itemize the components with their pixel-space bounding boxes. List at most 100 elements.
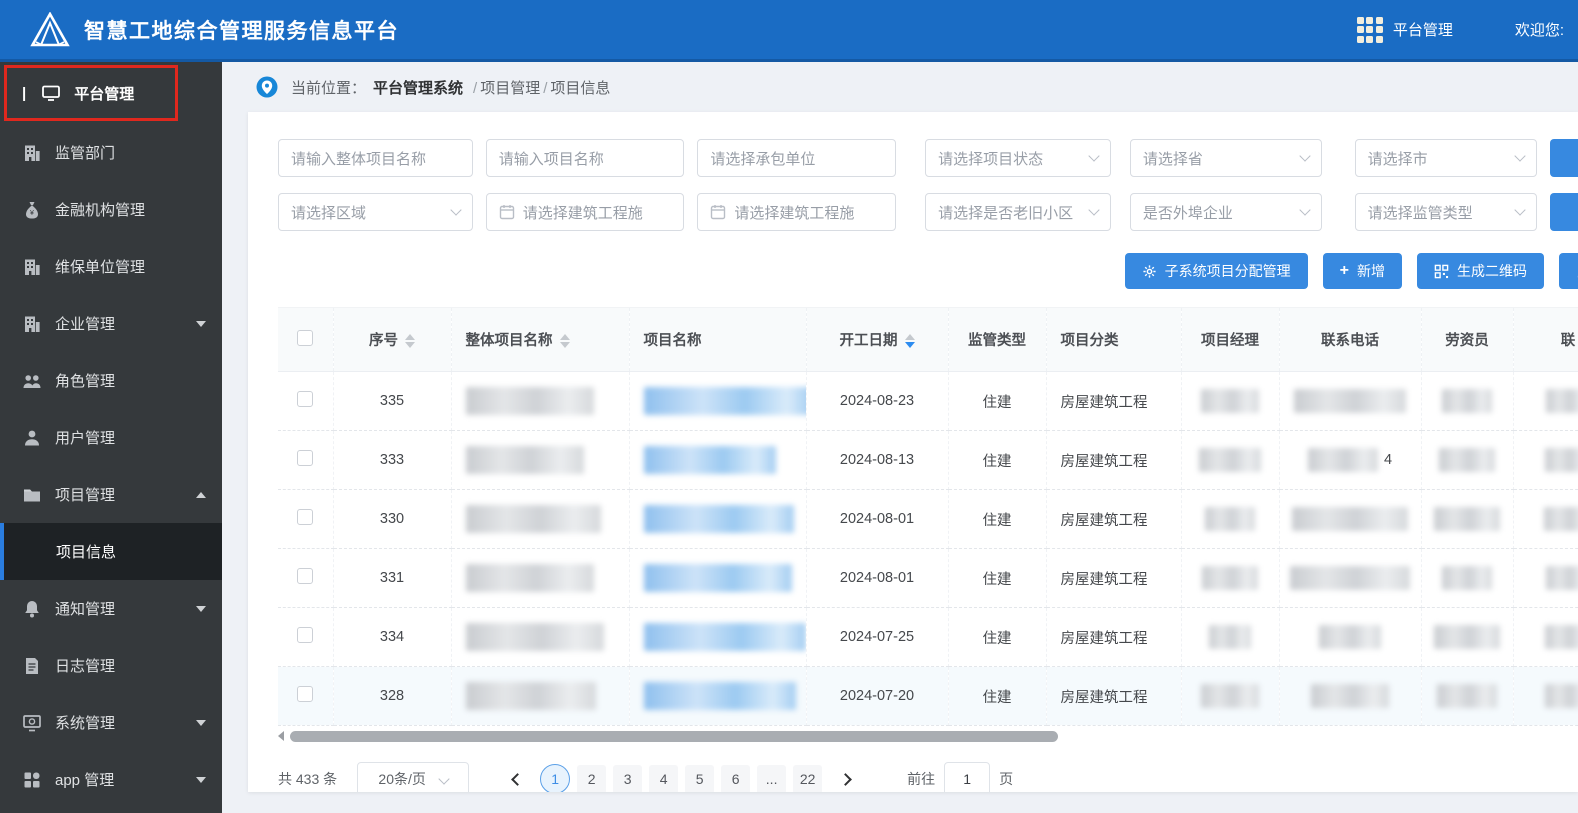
- cell-labor-redacted: [1421, 607, 1514, 667]
- column-label: 项目分类: [1060, 333, 1119, 349]
- action-button-子系统项目分配管理[interactable]: 子系统项目分配管理: [1124, 253, 1308, 289]
- cell-labor-redacted: [1421, 666, 1514, 726]
- sidebar-item-维保单位管理[interactable]: 维保单位管理: [0, 238, 222, 295]
- goto-page-input[interactable]: 1: [944, 762, 991, 792]
- sort-icons[interactable]: [405, 334, 415, 349]
- select-请选择省[interactable]: 请选择省: [1129, 139, 1322, 177]
- filter-panel: 请输入整体项目名称 请输入项目名称 请选择承包单位 请选择项目状态 请选择省 请选择市请选…: [278, 139, 1578, 231]
- sidebar-item-角色管理[interactable]: 角色管理: [0, 352, 222, 409]
- placeholder-text: 请选择监管类型: [1367, 204, 1473, 222]
- sort-asc-icon[interactable]: [904, 334, 915, 341]
- cell-supervision: 住建: [948, 548, 1047, 608]
- cell-overall-name-redacted: [451, 371, 630, 431]
- select-请选择项目状态[interactable]: 请选择项目状态: [925, 139, 1111, 177]
- more-pages-button[interactable]: ...: [757, 764, 787, 792]
- sidebar-item-用户管理[interactable]: 用户管理: [0, 409, 222, 466]
- breadcrumb-root[interactable]: 平台管理系统: [373, 77, 463, 98]
- cell-labor-redacted: [1421, 371, 1514, 431]
- sidebar-item-label: app 管理: [55, 772, 115, 789]
- select-请选择建筑工程施[interactable]: 请选择建筑工程施: [485, 193, 685, 231]
- row-checkbox[interactable]: [297, 627, 314, 643]
- page-button-3[interactable]: 3: [613, 764, 643, 792]
- system-icon: [22, 713, 42, 733]
- sidebar-item-平台管理[interactable]: | 平台管理: [0, 62, 222, 124]
- breadcrumb-item[interactable]: 项目管理: [480, 80, 540, 97]
- select-请选择监管类型[interactable]: 请选择监管类型: [1354, 193, 1538, 231]
- page-button-6[interactable]: 6: [721, 764, 751, 792]
- placeholder-text: 请输入项目名称: [498, 150, 604, 168]
- breadcrumb-trail: / 项目管理 / 项目信息: [470, 77, 610, 98]
- redacted-link-block[interactable]: [643, 564, 792, 592]
- sort-icons[interactable]: [559, 334, 570, 349]
- app-switcher-label[interactable]: 平台管理: [1393, 19, 1453, 40]
- scroll-left-arrow-icon[interactable]: [278, 731, 284, 741]
- page-button-2[interactable]: 2: [577, 764, 607, 792]
- redacted-link-block[interactable]: [643, 682, 796, 710]
- sidebar-subitem-项目信息[interactable]: 项目信息: [0, 523, 222, 580]
- breadcrumb-item[interactable]: 项目信息: [550, 80, 610, 97]
- row-checkbox[interactable]: [297, 509, 314, 525]
- sidebar-item-label: 日志管理: [55, 658, 116, 675]
- sidebar-item-app 管理[interactable]: app 管理: [0, 751, 222, 808]
- cell-seq: 330: [333, 489, 452, 549]
- apps-grid-icon[interactable]: [1356, 16, 1383, 43]
- cell-category: 房屋建筑工程: [1046, 548, 1182, 608]
- redacted-link-block[interactable]: [643, 505, 794, 533]
- scrollbar-thumb[interactable]: [290, 730, 1058, 742]
- cell-last-redacted: [1513, 548, 1578, 608]
- page-button-5[interactable]: 5: [685, 764, 715, 792]
- redacted-link-block[interactable]: [643, 623, 805, 651]
- qrcode-icon: [1434, 264, 1449, 279]
- select-all-checkbox[interactable]: [297, 329, 314, 346]
- goto-page: 前往 1 页: [907, 762, 1013, 792]
- action-button-新增[interactable]: + 新增: [1322, 253, 1402, 289]
- sidebar-item-项目管理[interactable]: 项目管理: [0, 466, 222, 523]
- cell-seq: 335: [333, 371, 452, 431]
- page-button-4[interactable]: 4: [649, 764, 679, 792]
- redacted-link-block[interactable]: [643, 387, 805, 415]
- row-checkbox[interactable]: [297, 568, 314, 584]
- next-page-button[interactable]: [829, 763, 861, 792]
- page-size-select[interactable]: 20条/页: [357, 762, 470, 792]
- sort-asc-icon[interactable]: [559, 334, 570, 341]
- sidebar-item-企业管理[interactable]: 企业管理: [0, 295, 222, 352]
- sidebar-item-通知管理[interactable]: 通知管理: [0, 580, 222, 637]
- scrollbar-track[interactable]: [290, 730, 1570, 742]
- column-label: 项目经理: [1201, 333, 1259, 349]
- sort-icons[interactable]: [904, 334, 915, 349]
- sidebar-item-金融机构管理[interactable]: ¥ 金融机构管理: [0, 181, 222, 238]
- redacted-block: [1294, 389, 1406, 413]
- sidebar-item-监管部门[interactable]: 监管部门: [0, 124, 222, 181]
- page-button-1[interactable]: 1: [540, 764, 571, 792]
- sort-desc-icon[interactable]: [405, 342, 415, 349]
- page-button-22[interactable]: 22: [793, 764, 823, 792]
- row-checkbox[interactable]: [297, 450, 314, 466]
- select-请选择市[interactable]: 请选择市: [1354, 139, 1538, 177]
- redacted-block: [1199, 448, 1261, 472]
- breadcrumb-separator: /: [543, 79, 548, 97]
- action-button-生成二维码[interactable]: 生成二维码: [1417, 253, 1544, 289]
- input-请输入整体项目名称[interactable]: 请输入整体项目名称: [278, 139, 473, 177]
- sort-desc-icon[interactable]: [559, 342, 570, 349]
- action-button-下载[interactable]: 下载: [1559, 253, 1578, 289]
- sidebar-item-日志管理[interactable]: 日志管理: [0, 637, 222, 694]
- redacted-block: [1546, 566, 1578, 590]
- input-请选择承包单位[interactable]: 请选择承包单位: [697, 139, 897, 177]
- row-checkbox[interactable]: [297, 391, 314, 407]
- input-请输入项目名称[interactable]: 请输入项目名称: [485, 139, 685, 177]
- select-是否外埠企业[interactable]: 是否外埠企业: [1129, 193, 1322, 231]
- search-button-clipped[interactable]: [1550, 139, 1578, 177]
- table-row: 330 2024-08-01 住建 房屋建筑工程: [278, 489, 1578, 549]
- sidebar-item-系统管理[interactable]: 系统管理: [0, 694, 222, 751]
- sort-desc-icon[interactable]: [904, 342, 915, 349]
- select-请选择区域[interactable]: 请选择区域: [278, 193, 473, 231]
- select-请选择是否老旧小区[interactable]: 请选择是否老旧小区: [925, 193, 1111, 231]
- prev-page-button[interactable]: [501, 763, 533, 792]
- sort-asc-icon[interactable]: [405, 334, 415, 341]
- row-checkbox[interactable]: [297, 686, 314, 702]
- select-请选择建筑工程施[interactable]: 请选择建筑工程施: [697, 193, 897, 231]
- action-button-label: 生成二维码: [1457, 263, 1527, 279]
- reset-button-clipped[interactable]: [1550, 193, 1578, 231]
- cell-checkbox: [278, 548, 334, 608]
- redacted-link-block[interactable]: [643, 446, 776, 474]
